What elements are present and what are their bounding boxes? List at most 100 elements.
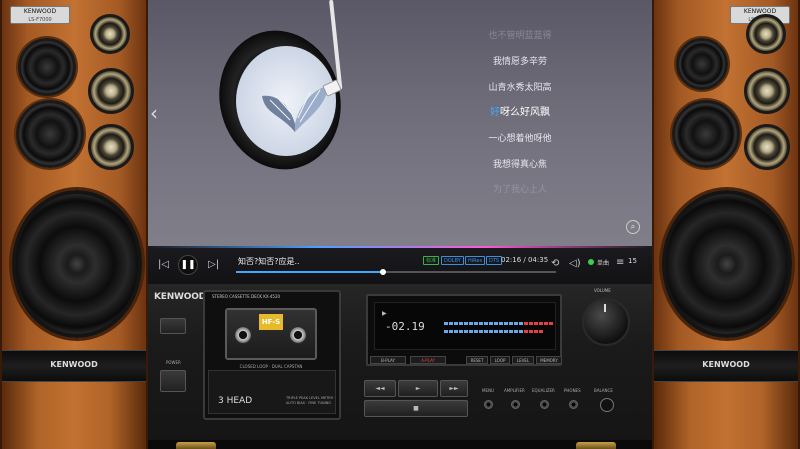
b-play-button[interactable]: B-PLAY: [370, 356, 406, 364]
menu-label: MENU: [482, 388, 494, 393]
cassette-deck: KENWOOD POWER STEREO CASSETTE DECK KX-45…: [148, 284, 652, 444]
fast-forward-button[interactable]: ►►: [440, 380, 468, 397]
level-segment: [469, 330, 473, 333]
balance-knob[interactable]: [600, 398, 614, 412]
loop-icon[interactable]: ⟲: [551, 258, 559, 270]
level-segment: [529, 322, 533, 325]
quality-badge-dts[interactable]: DTS: [486, 256, 503, 265]
equalizer-jack[interactable]: [540, 400, 549, 409]
level-segment: [519, 322, 523, 325]
level-segment: [504, 322, 508, 325]
phones-label: PHONES: [564, 388, 581, 393]
level-segment: [464, 330, 468, 333]
progress-knob[interactable]: [380, 269, 387, 275]
progress-fill: [236, 271, 384, 273]
speaker-brand: KENWOOD: [50, 360, 98, 369]
power-label: POWER: [166, 360, 181, 365]
level-segment: [449, 330, 453, 333]
tweeter-middle: [744, 68, 790, 114]
level-segment: [444, 322, 448, 325]
level-segment: [519, 330, 523, 333]
speaker-badge: KENWOOD LS-F7000: [10, 6, 70, 24]
level-segment: [524, 322, 528, 325]
left-speaker: KENWOOD LS-F7000 KENWOOD: [0, 0, 148, 449]
equalizer-label: EQUALIZER: [532, 388, 555, 393]
tape-label: HF-S: [259, 314, 283, 330]
like-label[interactable]: 单曲: [597, 258, 609, 270]
lyric-line: 我情愿多辛劳: [492, 57, 547, 67]
head-plate: [208, 370, 336, 414]
level-segment: [499, 322, 503, 325]
level-segment: [489, 330, 493, 333]
level-segment: [534, 322, 538, 325]
reel-left-icon: [234, 326, 252, 344]
glow-strip: [148, 246, 652, 248]
midrange-driver: [676, 38, 728, 90]
menu-jack[interactable]: [484, 400, 493, 409]
speaker-badge-title: KENWOOD: [23, 8, 57, 15]
memory-button[interactable]: MEMORY: [536, 356, 562, 364]
quality-badge-hires[interactable]: HiRes: [465, 256, 486, 265]
volume-knob[interactable]: [582, 298, 630, 346]
level-segment: [484, 322, 488, 325]
speaker-badge-model: LS-F7000: [28, 17, 52, 23]
tape-caption: CLOSED LOOP · DUAL CAPSTAN: [239, 364, 303, 369]
level-segment: [474, 330, 478, 333]
level-segment: [514, 330, 518, 333]
playlist-count[interactable]: 15: [628, 257, 637, 265]
progress-bar[interactable]: [236, 269, 556, 275]
lyric-line: 我想得真心焦: [492, 160, 547, 170]
deck-brand: KENWOOD: [154, 292, 206, 302]
now-playing-screen: ‹ 也不管明蓝蓝得 我情愿多辛劳 山青水秀太阳高 好呀么好风飘 一心想着他呀他 …: [148, 0, 652, 246]
level-segment: [479, 322, 483, 325]
level-segment: [509, 322, 513, 325]
head-label: 3 HEAD: [218, 396, 253, 406]
tape-counter: -02.19: [385, 320, 425, 333]
a-play-button[interactable]: A-PLAY: [410, 356, 446, 364]
level-segment: [474, 322, 478, 325]
chevron-left-icon[interactable]: ‹: [150, 103, 158, 123]
woofer: [12, 190, 142, 338]
head-fine-print: TRIPLE PEAK LEVEL METER · AUTO BIAS · FI…: [286, 396, 336, 405]
amplifier-jack[interactable]: [511, 400, 520, 409]
stop-button[interactable]: ■: [364, 400, 468, 417]
previous-track-icon[interactable]: |◁: [158, 259, 169, 271]
eject-button[interactable]: [160, 318, 186, 334]
level-segment: [489, 322, 493, 325]
level-segment: [459, 322, 463, 325]
play-button[interactable]: ►: [398, 380, 438, 397]
playlist-icon[interactable]: ≡: [616, 257, 624, 269]
level-segment: [509, 330, 513, 333]
right-speaker: KENWOOD LS-F7000 KENWOOD: [652, 0, 800, 449]
volume-icon[interactable]: ◁): [569, 258, 581, 270]
quality-badge-standard[interactable]: 标准: [423, 256, 440, 265]
player-window: KENWOOD LS-F7000 KENWOOD KENWOOD LS-F700…: [0, 0, 800, 449]
pause-button[interactable]: ❚❚: [178, 255, 198, 275]
next-track-icon[interactable]: ▷|: [208, 259, 219, 271]
lyric-rest: 呀么好风飘: [500, 107, 550, 118]
level-segment: [549, 322, 553, 325]
level-segment: [524, 330, 528, 333]
time-display: 02:16 / 04:35: [501, 256, 549, 264]
level-button[interactable]: LEVEL: [512, 356, 534, 364]
level-segment: [534, 330, 538, 333]
tweeter-lower: [744, 124, 790, 170]
tweeter-middle: [88, 68, 134, 114]
level-segment: [514, 322, 518, 325]
search-lyrics-icon[interactable]: ⌕: [626, 220, 640, 234]
power-button[interactable]: [160, 370, 186, 392]
phones-jack[interactable]: [569, 400, 578, 409]
volume-label: VOLUME: [594, 288, 611, 293]
quality-badge-dolby[interactable]: DOLBY: [441, 256, 464, 265]
speaker-base: [2, 382, 146, 449]
like-indicator-icon[interactable]: [588, 259, 594, 265]
level-segment: [464, 322, 468, 325]
reset-button[interactable]: RESET: [466, 356, 488, 364]
rewind-button[interactable]: ◄◄: [364, 380, 396, 397]
tweeter-top: [90, 14, 130, 54]
lyric-line: 山青水秀太阳高: [488, 83, 552, 93]
loop-button[interactable]: LOOP: [490, 356, 510, 364]
tweeter-top: [746, 14, 786, 54]
level-segment: [539, 322, 543, 325]
lyric-line-active: 好呀么好风飘: [420, 107, 620, 119]
